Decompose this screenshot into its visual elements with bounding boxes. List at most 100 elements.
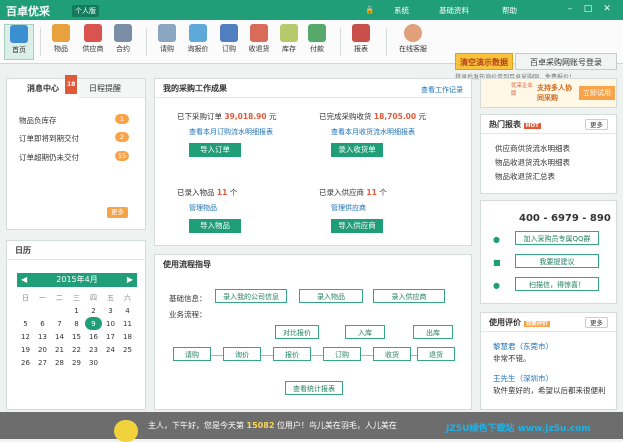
menu-system[interactable]: 系统 [394,5,409,16]
enter-items-step[interactable]: 录入物品 [299,289,363,303]
toolbar-quote[interactable]: 询报价 [183,24,213,54]
more-button[interactable]: 更多 [585,119,608,130]
calendar-day[interactable]: 11 [119,317,136,330]
enter-receipt-button[interactable]: 录入收货单 [331,143,383,157]
flow-step[interactable]: 退货 [417,347,455,361]
more-button[interactable]: 更多 [585,317,608,328]
message-item[interactable]: 订单超期仍未交付 [19,152,79,163]
calendar-day[interactable]: 1 [68,304,85,317]
calendar-day[interactable]: 15 [68,330,85,343]
calendar-day[interactable]: 20 [34,343,51,356]
calendar-day[interactable]: 17 [102,330,119,343]
enterprise-ad[interactable]: 优采企业版 支持多人协同采购 立即试用 [480,78,617,108]
review-text: 软件蛮好的，希望以后都来很便利 [493,386,606,395]
calendar-day[interactable]: 23 [85,343,102,356]
message-panel: 消息中心 18 日程提醒 物品负库存 1 订单即将到期交付 2 订单超期仍未交付… [6,75,146,230]
calendar-day[interactable]: 10 [102,317,119,330]
more-button[interactable]: 更多 [107,207,128,218]
calendar-day[interactable]: 3 [102,304,119,317]
calendar-day[interactable]: 13 [34,330,51,343]
toolbar-inventory[interactable]: 库存 [274,24,304,54]
import-orders-button[interactable]: 导入订单 [189,143,241,157]
toolbar-home[interactable]: 首页 [4,24,34,60]
menu-help[interactable]: 帮助 [502,5,517,16]
calendar-day[interactable]: 26 [17,356,34,369]
manage-items-link[interactable]: 管理物品 [189,203,217,213]
message-item[interactable]: 物品负库存 [19,115,57,126]
lock-icon[interactable]: 🔒 [365,5,374,14]
toolbar-items[interactable]: 物品 [46,24,76,54]
maximize-button[interactable]: □ [581,3,595,16]
chat-icon: ■ [493,258,501,267]
join-qq-group-button[interactable]: 加入采购员专属QQ群 [515,231,599,245]
phone-number: 400 - 6979 - 890 [519,213,611,224]
calendar-day[interactable]: 6 [34,317,51,330]
calendar-day[interactable]: 16 [85,330,102,343]
calendar-day[interactable]: 30 [85,356,102,369]
calendar-day[interactable]: 21 [51,343,68,356]
calendar-day[interactable]: 5 [17,317,34,330]
toolbar-suppliers[interactable]: 供应商 [78,24,108,54]
stock-out-step[interactable]: 出库 [413,325,453,339]
toolbar-contracts[interactable]: 合约 [108,24,138,54]
toolbar-reports[interactable]: 报表 [346,24,376,54]
company-info-step[interactable]: 录入我的公司信息 [215,289,287,303]
prev-month-icon[interactable]: ◀ [21,273,27,287]
minimize-button[interactable]: – [563,3,577,16]
calendar-day[interactable]: 22 [68,343,85,356]
toolbar-request[interactable]: 请购 [152,24,182,54]
receive-report-link[interactable]: 查看本月收货流水明细报表 [331,127,415,137]
calendar-day[interactable]: 2 [85,304,102,317]
calendar-day[interactable]: 24 [102,343,119,356]
calendar-day[interactable]: 25 [119,343,136,356]
view-work-log-link[interactable]: 查看工作记录 [421,85,463,95]
enter-suppliers-step[interactable]: 录入供应商 [373,289,445,303]
calendar-day[interactable]: 28 [51,356,68,369]
next-month-icon[interactable]: ▶ [127,273,133,287]
reviewer-name: 黎慧君（东莞市） [493,342,553,351]
compare-quotes-step[interactable]: 对比报价 [275,325,319,339]
tab-schedule[interactable]: 日程提醒 [89,79,121,98]
manage-suppliers-link[interactable]: 管理供应商 [331,203,366,213]
import-items-button[interactable]: 导入物品 [189,219,241,233]
flow-step[interactable]: 询价 [223,347,261,361]
login-button[interactable]: 百卓采购网账号登录 [515,53,617,70]
flow-step[interactable]: 收货 [373,347,411,361]
toolbar-receive[interactable]: 收退货 [244,24,274,54]
toolbar-order[interactable]: 订购 [214,24,244,54]
wechat-icon: ● [493,281,500,290]
order-report-link[interactable]: 查看本月订购流水明细报表 [189,127,273,137]
flow-step[interactable]: 请购 [173,347,211,361]
close-button[interactable]: ✕ [600,3,614,16]
report-link[interactable]: 物品收退货流水明细表 [495,157,570,168]
calendar-title: 日历 [7,241,145,260]
calendar-day[interactable]: 12 [17,330,34,343]
calendar-day[interactable]: 27 [34,356,51,369]
try-now-button[interactable]: 立即试用 [579,86,615,100]
import-suppliers-button[interactable]: 导入供应商 [331,219,383,233]
view-report-step[interactable]: 查看统计报表 [285,381,343,395]
calendar-day[interactable]: 19 [17,343,34,356]
calendar-day[interactable]: 14 [51,330,68,343]
flow-step[interactable]: 订购 [323,347,361,361]
calendar-day[interactable]: 4 [119,304,136,317]
stock-in-step[interactable]: 入库 [345,325,385,339]
clear-demo-button[interactable]: 清空演示数据 [455,53,513,70]
flow-step[interactable]: 报价 [273,347,311,361]
suggestion-button[interactable]: 我要提建议 [515,254,599,268]
toolbar-support[interactable]: 在线客服 [394,24,432,54]
title-bar: 百卓优采 个人版 🔒 系统 基础资料 帮助 – □ ✕ [0,0,623,20]
menu-basic-data[interactable]: 基础资料 [439,5,469,16]
calendar-day[interactable]: 7 [51,317,68,330]
toolbar-payment[interactable]: 付款 [302,24,332,54]
scan-wechat-button[interactable]: 扫描信，得惊喜！ [515,277,599,291]
warehouse-icon [280,24,298,42]
work-panel: 我的采购工作成果 查看工作记录 已下采购订单 39,018.90 元 查看本月订… [154,78,472,246]
calendar-day[interactable]: 18 [119,330,136,343]
calendar-day[interactable]: 9 [85,317,102,330]
calendar-day[interactable]: 29 [68,356,85,369]
report-link[interactable]: 物品收退货汇总表 [495,171,555,182]
message-item[interactable]: 订单即将到期交付 [19,133,79,144]
calendar-day[interactable]: 8 [68,317,85,330]
report-link[interactable]: 供应商供货流水明细表 [495,143,570,154]
